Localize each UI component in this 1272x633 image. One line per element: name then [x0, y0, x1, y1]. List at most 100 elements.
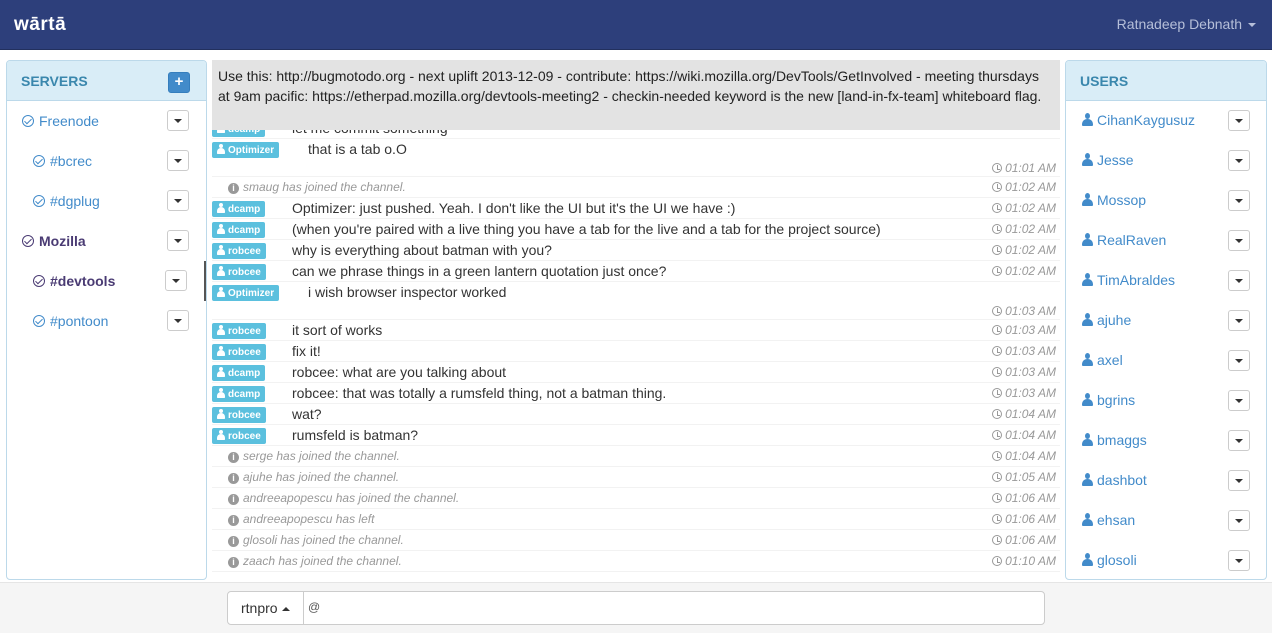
- dropdown-toggle[interactable]: [167, 310, 189, 331]
- dropdown-toggle[interactable]: [1228, 110, 1250, 131]
- nick-badge[interactable]: robcee: [212, 323, 266, 339]
- message-text: Optimizer: just pushed. Yeah. I don't li…: [292, 200, 736, 216]
- server-item[interactable]: #devtools: [7, 261, 206, 301]
- add-server-button[interactable]: +: [168, 72, 190, 93]
- user-item[interactable]: TimAbraldes: [1066, 261, 1266, 301]
- dropdown-toggle[interactable]: [1228, 550, 1250, 571]
- clock-icon: [992, 535, 1003, 545]
- server-item[interactable]: #pontoon: [7, 301, 206, 341]
- user-item[interactable]: axel: [1066, 341, 1266, 381]
- timestamp-label: 01:06 AM: [1005, 533, 1056, 547]
- user-icon: [1082, 553, 1093, 566]
- dropdown-toggle[interactable]: [167, 150, 189, 171]
- timestamp-label: 01:03 AM: [1005, 323, 1056, 337]
- server-list: Freenode #bcrec #dgplug Mozilla #devtools #po…: [7, 101, 206, 341]
- chat-message: dcamp robcee: that was totally a rumsfeld…: [212, 383, 1060, 404]
- user-icon: [217, 266, 225, 276]
- dropdown-toggle[interactable]: [167, 190, 189, 211]
- clock-icon: [992, 245, 1003, 255]
- user-item[interactable]: Mossop: [1066, 181, 1266, 221]
- user-icon: [217, 409, 225, 419]
- user-item[interactable]: bmaggs: [1066, 421, 1266, 461]
- message-input[interactable]: @: [308, 600, 320, 614]
- user-item[interactable]: glosoli: [1066, 541, 1266, 579]
- user-item[interactable]: dashbot: [1066, 461, 1266, 501]
- system-text: i smaug has joined the channel.: [228, 180, 406, 194]
- dropdown-toggle[interactable]: [167, 230, 189, 251]
- nick-badge[interactable]: dcamp: [212, 365, 266, 381]
- message-text: (when you're paired with a live thing yo…: [292, 221, 881, 237]
- dropdown-toggle[interactable]: [1228, 430, 1250, 451]
- caret-up-icon: [281, 607, 290, 611]
- nick-badge[interactable]: robcee: [212, 428, 266, 444]
- server-label: Mozilla: [39, 233, 86, 249]
- user-icon: [217, 388, 225, 398]
- timestamp: 01:04 AM: [992, 449, 1056, 463]
- dropdown-toggle[interactable]: [1228, 390, 1250, 411]
- user-name: CihanKaygusuz: [1097, 112, 1196, 128]
- nick-badge[interactable]: dcamp: [212, 201, 266, 217]
- system-message: i andreeapopescu has left 01:06 AM: [212, 509, 1060, 530]
- system-text: i andreeapopescu has joined the channel.: [228, 491, 459, 505]
- clock-icon: [992, 451, 1003, 461]
- nick-badge[interactable]: robcee: [212, 243, 266, 259]
- clock-icon: [992, 203, 1003, 213]
- nick-badge[interactable]: robcee: [212, 344, 266, 360]
- chat-message: robcee rumsfeld is batman? 01:04 AM: [212, 425, 1060, 446]
- dropdown-toggle[interactable]: [1228, 350, 1250, 371]
- system-message: i glosoli has joined the channel. 01:06 AM: [212, 530, 1060, 551]
- users-heading: USERS: [1066, 61, 1266, 101]
- nick-label: robcee: [228, 267, 261, 278]
- user-icon: [217, 245, 225, 255]
- server-item[interactable]: #dgplug: [7, 181, 206, 221]
- clock-icon: [992, 367, 1003, 377]
- user-item[interactable]: Jesse: [1066, 141, 1266, 181]
- user-icon: [1082, 353, 1093, 366]
- timestamp: 01:02 AM: [992, 180, 1056, 194]
- user-icon: [217, 224, 225, 234]
- app-brand[interactable]: wārtā: [14, 14, 66, 36]
- nick-badge[interactable]: dcamp: [212, 222, 266, 238]
- nick-badge[interactable]: robcee: [212, 407, 266, 423]
- nick-badge[interactable]: Optimizer: [212, 285, 280, 301]
- nick-badge[interactable]: dcamp: [212, 386, 266, 402]
- timestamp-label: 01:05 AM: [1005, 470, 1056, 484]
- nick-badge[interactable]: Optimizer: [212, 142, 280, 158]
- dropdown-toggle[interactable]: [1228, 150, 1250, 171]
- timestamp: 01:01 AM: [992, 161, 1056, 175]
- dropdown-toggle[interactable]: [1228, 230, 1250, 251]
- timestamp-label: 01:04 AM: [1005, 428, 1056, 442]
- nick-badge[interactable]: robcee: [212, 264, 266, 280]
- dropdown-toggle[interactable]: [1228, 190, 1250, 211]
- user-menu[interactable]: Ratnadeep Debnath: [1117, 16, 1256, 32]
- server-item[interactable]: Mozilla: [7, 221, 206, 261]
- user-item[interactable]: CihanKaygusuz: [1066, 101, 1266, 141]
- user-name: ajuhe: [1097, 312, 1132, 328]
- user-item[interactable]: bgrins: [1066, 381, 1266, 421]
- server-item[interactable]: #bcrec: [7, 141, 206, 181]
- user-item[interactable]: ajuhe: [1066, 301, 1266, 341]
- clock-icon: [992, 306, 1003, 316]
- user-item[interactable]: RealRaven: [1066, 221, 1266, 261]
- nick-dropdown-button[interactable]: rtnpro: [228, 592, 304, 624]
- dropdown-toggle[interactable]: [167, 110, 189, 131]
- timestamp-label: 01:02 AM: [1005, 264, 1056, 278]
- server-item[interactable]: Freenode: [7, 101, 206, 141]
- user-icon: [217, 346, 225, 356]
- clock-icon: [992, 346, 1003, 356]
- timestamp: 01:02 AM: [992, 222, 1056, 236]
- message-text: robcee: that was totally a rumsfeld thin…: [292, 385, 667, 401]
- message-text: i wish browser inspector worked: [308, 284, 507, 300]
- user-icon: [1082, 193, 1093, 206]
- dropdown-toggle[interactable]: [1228, 310, 1250, 331]
- user-item[interactable]: ehsan: [1066, 501, 1266, 541]
- dropdown-toggle[interactable]: [1228, 270, 1250, 291]
- clock-icon: [992, 514, 1003, 524]
- dropdown-toggle[interactable]: [1228, 470, 1250, 491]
- nick-label: dcamp: [228, 225, 261, 236]
- timestamp-label: 01:02 AM: [1005, 180, 1056, 194]
- dropdown-toggle[interactable]: [165, 270, 187, 291]
- dropdown-toggle[interactable]: [1228, 510, 1250, 531]
- system-message: i andreeapopescu has joined the channel. 0…: [212, 488, 1060, 509]
- user-name: axel: [1097, 352, 1123, 368]
